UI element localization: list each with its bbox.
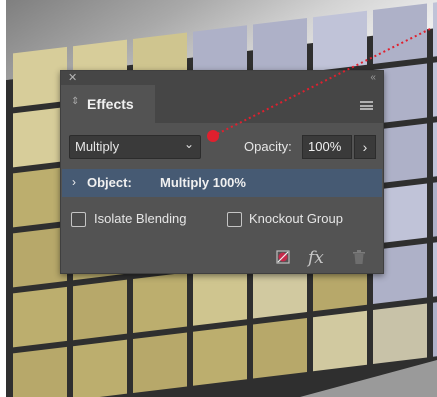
object-level-row[interactable]: › Object: Multiply 100% [62, 169, 382, 197]
opacity-label: Opacity: [244, 139, 292, 154]
fx-icon[interactable]: fx [308, 248, 324, 268]
wall-tile [433, 116, 437, 177]
wall-tile [373, 3, 427, 65]
effects-panel: ✕ ‹‹ ⇕ Effects Multiply ⌄ Opacity: 100% … [60, 70, 384, 274]
chevron-right-icon[interactable]: › [72, 175, 76, 189]
tab-grip-icon: ⇕ [71, 96, 80, 107]
opacity-slider-arrow[interactable]: › [354, 135, 376, 159]
wall-tile [133, 272, 187, 333]
wall-tile [13, 346, 67, 397]
object-label: Object: [87, 175, 132, 190]
clear-effects-icon[interactable] [275, 249, 291, 265]
wall-tile [13, 286, 67, 348]
wall-tile [433, 0, 437, 57]
panel-title-bar: ✕ ‹‹ [61, 71, 383, 85]
chevron-down-icon: ⌄ [183, 137, 194, 151]
knockout-group-checkbox[interactable] [227, 212, 242, 227]
wall-tile [73, 339, 127, 397]
collapse-icon[interactable]: ‹‹ [370, 72, 376, 84]
tab-effects[interactable]: ⇕ Effects [61, 85, 155, 123]
blend-mode-value: Multiply [75, 139, 120, 154]
wall-tile [433, 56, 437, 117]
isolate-blending-label: Isolate Blending [94, 211, 187, 226]
knockout-group-label: Knockout Group [249, 211, 343, 226]
wall-tile [373, 303, 427, 365]
wall-tile [133, 332, 187, 393]
opacity-value: 100% [308, 139, 342, 154]
wall-tile [433, 176, 437, 237]
blend-mode-dropdown[interactable]: Multiply ⌄ [69, 135, 201, 159]
opacity-input[interactable]: 100% [302, 135, 352, 159]
wall-tile [253, 317, 307, 379]
object-value: Multiply 100% [160, 175, 246, 190]
wall-tile [13, 226, 67, 288]
tab-effects-label: Effects [87, 96, 134, 112]
panel-menu-icon[interactable] [360, 101, 373, 110]
tab-row: ⇕ Effects [61, 85, 383, 123]
trash-icon[interactable] [352, 249, 366, 265]
wall-tile [13, 166, 67, 228]
close-icon[interactable]: ✕ [68, 72, 77, 84]
wall-tile [193, 325, 247, 386]
wall-tile [433, 296, 437, 357]
wall-tile [313, 10, 367, 72]
wall-tile [193, 265, 247, 326]
isolate-blending-checkbox[interactable] [71, 212, 86, 227]
wall-tile [13, 46, 67, 108]
wall-tile [313, 310, 367, 372]
wall-tile [13, 106, 67, 168]
wall-tile [73, 279, 127, 341]
wall-tile [433, 236, 437, 297]
